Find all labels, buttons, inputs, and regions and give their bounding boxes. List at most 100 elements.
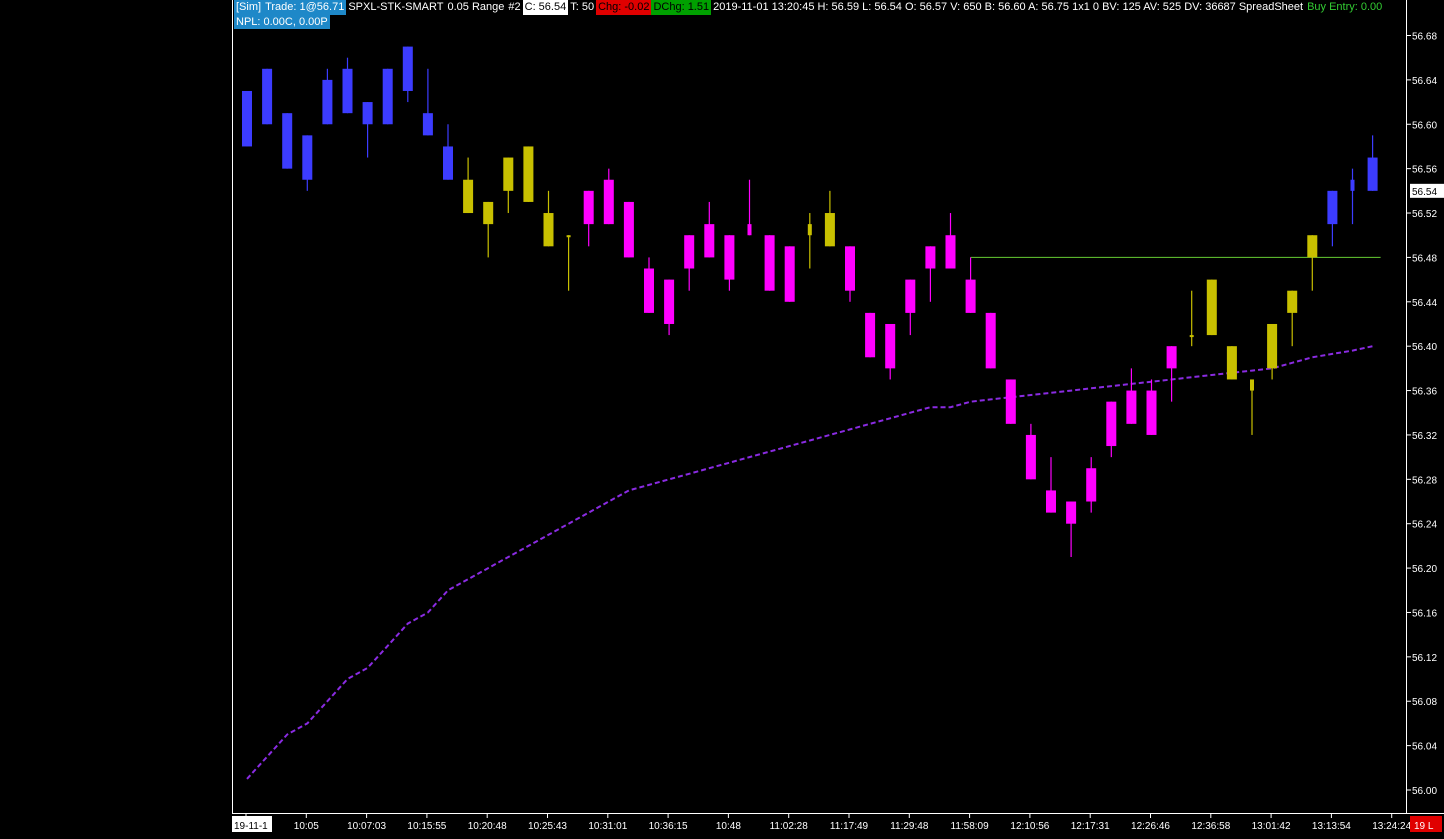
candle — [1206, 279, 1217, 336]
candle-body — [443, 146, 453, 180]
candle — [1287, 290, 1298, 347]
y-tick-label: 56.56 — [1412, 165, 1437, 176]
last-price-label: 56.54 — [1412, 187, 1437, 198]
npl-badge: NPL: 0.00C, 0.00P — [234, 15, 330, 29]
candle-body — [1206, 279, 1217, 336]
candle-body — [523, 146, 534, 202]
candle-body — [566, 235, 571, 238]
candle-body — [644, 268, 654, 313]
trade-info[interactable]: Trade: 1@56.71 — [263, 0, 347, 15]
candle-body — [1066, 501, 1077, 524]
x-tick-label: 13:13:54 — [1312, 821, 1351, 832]
chart-number: #2 — [508, 1, 521, 13]
x-last-label: 19 L — [1414, 821, 1434, 832]
candle-body — [1005, 379, 1016, 424]
candle-body — [865, 312, 876, 358]
price-axis[interactable]: 56.00 56.04 56.08 56.12 56.16 56.20 56.24 56.28… — [1406, 0, 1444, 813]
candle-body — [242, 90, 252, 147]
candle — [566, 235, 571, 291]
candle — [362, 102, 373, 158]
candle-body — [322, 79, 333, 125]
left-empty-area — [0, 0, 232, 833]
ticks-label: T: 50 — [570, 1, 595, 13]
x-tick-label: 12:36:58 — [1191, 821, 1230, 832]
candle-body — [1250, 379, 1254, 391]
candle — [905, 279, 916, 336]
candle-body — [382, 68, 393, 125]
y-tick-label: 56.40 — [1412, 342, 1437, 353]
candle — [1350, 168, 1355, 225]
x-tick-label: 11:29:48 — [890, 821, 929, 832]
candle — [623, 201, 634, 258]
candle-body — [824, 213, 835, 247]
candle-body — [1189, 335, 1194, 338]
candle-body — [362, 102, 373, 125]
candle-body — [1106, 401, 1117, 447]
candle-body — [342, 68, 353, 114]
candle-body — [764, 235, 775, 291]
candle-body — [543, 213, 554, 247]
candle-body — [282, 113, 293, 169]
y-tick-label: 56.64 — [1412, 76, 1437, 87]
candle — [483, 201, 494, 258]
candle — [382, 68, 393, 125]
price-plot-area[interactable] — [232, 0, 1406, 813]
candle-body — [1166, 346, 1177, 369]
candle-body — [1025, 434, 1036, 480]
sim-badge[interactable]: [Sim] — [234, 0, 264, 15]
x-tick-label: 12:10:56 — [1010, 821, 1049, 832]
x-tick-label: 10:15:55 — [407, 821, 446, 832]
candle — [262, 68, 273, 125]
chart-header: [Sim] Trade: 1@56.71 SPXL-STK-SMART 0.05… — [234, 0, 1384, 15]
candle — [664, 279, 675, 336]
candle-body — [1307, 235, 1318, 258]
candle-body — [623, 201, 634, 258]
y-tick-label: 56.16 — [1412, 608, 1437, 619]
x-tick-label: 12:17:31 — [1071, 821, 1110, 832]
candle-body — [905, 279, 916, 313]
x-tick-label: 19-11-1 — [234, 821, 268, 832]
candle-body — [1287, 290, 1298, 313]
candle-body — [985, 312, 996, 369]
candle — [845, 246, 855, 302]
y-tick-label: 56.36 — [1412, 387, 1437, 398]
candle-body — [1146, 390, 1157, 435]
y-tick-label: 56.44 — [1412, 298, 1437, 309]
x-tick-label: 11:02:28 — [770, 821, 809, 832]
x-tick-label: 13:01:42 — [1252, 821, 1291, 832]
candle-body — [784, 246, 795, 302]
candle-body — [965, 279, 976, 313]
candle-body — [1046, 490, 1056, 513]
time-axis[interactable]: 19-11-1 10:05 10:07:03 10:15:55 10:20:48 10:2… — [232, 813, 1444, 833]
y-tick-label: 56.20 — [1412, 564, 1437, 575]
y-tick-label: 56.68 — [1412, 32, 1437, 43]
candle — [965, 257, 976, 313]
candle — [747, 179, 752, 236]
candle-body — [664, 279, 675, 324]
candle — [1126, 368, 1137, 424]
x-tick-label: 10:36:15 — [649, 821, 688, 832]
candle-body — [1086, 468, 1097, 502]
price-axis-svg: 56.00 56.04 56.08 56.12 56.16 56.20 56.24 56.28… — [1407, 32, 1444, 797]
candle-body — [747, 224, 752, 236]
candle-body — [1367, 157, 1378, 191]
x-tick-label: 10:20:48 — [468, 821, 507, 832]
buy-entry-label: Buy Entry: 0.00 — [1307, 1, 1383, 13]
x-tick-label: 10:07:03 — [347, 821, 386, 832]
candle — [807, 213, 812, 269]
moving-average-line — [246, 345, 1373, 780]
candle — [704, 201, 715, 258]
candle-body — [402, 46, 413, 91]
candlestick-chart[interactable] — [233, 0, 1407, 813]
candle-body — [1327, 190, 1338, 225]
candle-body — [724, 235, 735, 280]
candle-body — [503, 157, 514, 191]
candle — [1166, 346, 1177, 402]
candle — [824, 190, 835, 247]
candle-body — [583, 190, 594, 225]
candle — [302, 135, 313, 191]
candle-body — [845, 246, 855, 291]
y-tick-label: 56.04 — [1412, 742, 1437, 753]
day-change-badge: DChg: 1.51 — [651, 0, 712, 15]
candle-body — [463, 179, 474, 214]
